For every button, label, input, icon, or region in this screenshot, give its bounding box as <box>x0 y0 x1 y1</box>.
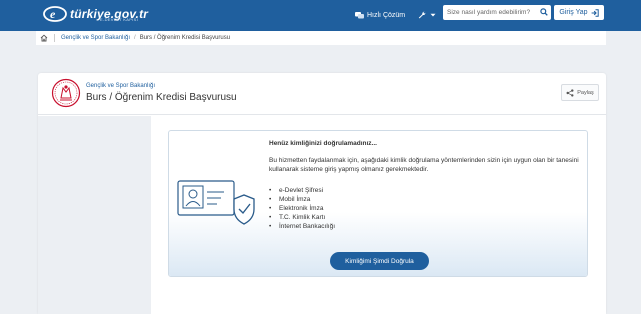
svg-text:e: e <box>50 7 56 21</box>
chat-icon <box>355 11 364 18</box>
ministry-emblem-icon <box>51 78 81 108</box>
page-title: Burs / Öğrenim Kredisi Başvurusu <box>86 92 237 103</box>
home-icon[interactable] <box>40 34 48 42</box>
verification-description: Bu hizmetten faydalanmak için, aşağıdaki… <box>269 157 579 173</box>
logo-subtitle: E-DEVLET KAPISI <box>100 17 138 22</box>
auth-method-item: e-Devlet Şifresi <box>269 186 335 195</box>
auth-method-item: Mobil İmza <box>269 195 335 204</box>
chevron-down-icon <box>430 13 436 17</box>
login-icon <box>591 8 599 17</box>
service-header: Gençlik ve Spor Bakanlığı Burs / Öğrenim… <box>38 73 606 115</box>
search-box <box>443 5 551 20</box>
auth-method-list: e-Devlet Şifresi Mobil İmza Elektronik İ… <box>269 186 335 231</box>
auth-method-item: T.C. Kimlik Kartı <box>269 213 335 222</box>
breadcrumb: Gençlik ve Spor Bakanlığı / Burs / Öğren… <box>36 31 606 45</box>
top-navigation-bar: e türkiye.gov.tr E-DEVLET KAPISI Hızlı Ç… <box>0 0 641 31</box>
share-button[interactable]: Paylaş <box>561 84 599 101</box>
id-card-shield-icon <box>177 180 255 225</box>
breadcrumb-current: Burs / Öğrenim Kredisi Başvurusu <box>139 35 231 41</box>
verify-identity-button[interactable]: Kimliğimi Şimdi Doğrula <box>330 252 429 270</box>
verification-title: Henüz kimliğinizi doğrulamadınız... <box>269 140 377 147</box>
share-label: Paylaş <box>577 89 594 96</box>
breadcrumb-separator: / <box>134 35 136 41</box>
identity-verification-panel: Henüz kimliğinizi doğrulamadınız... Bu h… <box>168 130 588 277</box>
search-icon[interactable] <box>540 8 548 16</box>
e-logo-icon: e <box>43 6 67 22</box>
share-icon <box>566 88 574 97</box>
login-label: Giriş Yap <box>559 9 588 16</box>
institution-name[interactable]: Gençlik ve Spor Bakanlığı <box>86 83 155 89</box>
left-column <box>38 116 151 314</box>
search-input[interactable] <box>443 6 535 19</box>
wrench-icon <box>418 11 426 19</box>
auth-method-item: İnternet Bankacılığı <box>269 222 335 231</box>
quick-solution-button[interactable]: Hızlı Çözüm <box>355 8 405 22</box>
breadcrumb-divider <box>54 34 55 42</box>
breadcrumb-link-ministry[interactable]: Gençlik ve Spor Bakanlığı <box>61 35 130 41</box>
login-button[interactable]: Giriş Yap <box>554 5 604 20</box>
auth-method-item: Elektronik İmza <box>269 204 335 213</box>
tools-menu-button[interactable] <box>418 8 436 22</box>
quick-solution-label: Hızlı Çözüm <box>367 11 406 19</box>
